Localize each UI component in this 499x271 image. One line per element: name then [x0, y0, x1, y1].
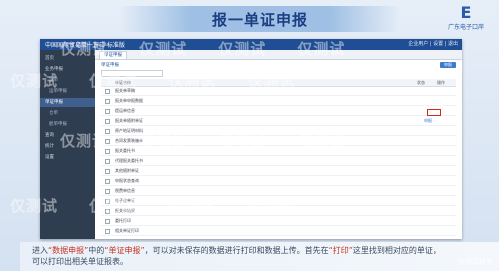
row-name: 报关单草稿	[115, 88, 135, 93]
row-name: 提运单信息	[115, 108, 135, 113]
sidebar-item[interactable]: 首页	[40, 54, 95, 63]
row-name: 税费单信息	[115, 188, 135, 193]
brand-logo-icon: E	[460, 3, 472, 22]
app-title: 中国国际贸易单一窗口 标准版	[45, 42, 125, 49]
filter-input[interactable]	[101, 70, 163, 77]
row-name: 报关单申报数据	[115, 98, 143, 103]
table-row[interactable]: 委托打印	[101, 217, 456, 226]
sidebar-item[interactable]: 运单申报	[40, 87, 95, 96]
row-checkbox[interactable]	[105, 119, 110, 124]
row-name: 委托打印	[115, 218, 131, 223]
row-checkbox[interactable]	[105, 229, 110, 234]
table-row[interactable]: 其他随附单证	[101, 167, 456, 176]
caption-bar: 进入“数据申报”中的“单证申报”，可以对未保存的数据进行打印和数据上传。首先在“…	[20, 242, 499, 271]
sidebar-item[interactable]: 业务申报	[40, 65, 95, 74]
row-checkbox[interactable]	[105, 139, 110, 144]
row-name: 合同发票装箱单	[115, 138, 143, 143]
sidebar-item[interactable]: 查询	[40, 131, 95, 140]
row-checkbox[interactable]	[105, 99, 110, 104]
caption-part: 这里找到相对应的单证，	[352, 246, 441, 255]
app-screenshot: 中国国际贸易单一窗口 标准版 企业用户 | 设置 | 退出 首页业务申报运单运单…	[40, 39, 462, 239]
row-name: 电子化单证	[115, 198, 135, 203]
table-row[interactable]: 报关单随附单证 申报	[101, 117, 456, 126]
row-name: 原产地证明材料	[115, 128, 143, 133]
row-checkbox[interactable]	[105, 149, 110, 154]
table-row[interactable]: 报关单结果	[101, 207, 456, 216]
caption-part: 进入	[32, 246, 48, 255]
sidebar-item[interactable]: 仓单	[40, 109, 95, 118]
row-checkbox[interactable]	[105, 169, 110, 174]
row-name: 报关委托书	[115, 148, 135, 153]
table-row[interactable]: 原产地证明材料	[101, 127, 456, 136]
row-name: 申报状态查询	[115, 178, 139, 183]
row-checkbox[interactable]	[105, 89, 110, 94]
tutorial-slide: 报一单证申报 E 广东电子口岸 中国国际贸易单一窗口 标准版 企业用户 | 设置…	[0, 0, 499, 271]
watermark-corner: 仅测试精灵	[458, 258, 493, 266]
header-status: 状态	[417, 80, 425, 85]
header-operation: 操作	[437, 80, 445, 85]
app-topbar: 中国国际贸易单一窗口 标准版 企业用户 | 设置 | 退出	[40, 39, 462, 50]
user-menu[interactable]: 企业用户 | 设置 | 退出	[408, 40, 458, 47]
banner: 报一单证申报	[120, 6, 400, 32]
caption-part: ，可以对未保存的数据进行打印和数据上传。首先在	[144, 246, 329, 255]
table-row[interactable]: 报关单草稿	[101, 87, 456, 96]
caption-quote: “数据申报”	[48, 246, 89, 255]
table-header: 单证名称 状态 操作	[101, 79, 456, 87]
row-checkbox[interactable]	[105, 199, 110, 204]
row-checkbox[interactable]	[105, 209, 110, 214]
sidebar-item[interactable]: 单证申报	[40, 98, 95, 107]
row-checkbox[interactable]	[105, 109, 110, 114]
row-checkbox[interactable]	[105, 179, 110, 184]
row-checkbox[interactable]	[105, 159, 110, 164]
brand-name: 广东电子口岸	[447, 24, 484, 31]
table-row[interactable]: 相关单证打印	[101, 227, 456, 236]
row-name: 代理报关委托书	[115, 158, 143, 163]
table-row[interactable]: 报关单申报数据	[101, 97, 456, 106]
sidebar: 首页业务申报运单运单申报单证申报仓单舱单申报查询统计设置	[40, 50, 95, 239]
table-row[interactable]: 代理报关委托书	[101, 157, 456, 166]
table-row[interactable]: 提运单信息	[101, 107, 456, 116]
sidebar-item[interactable]: 统计	[40, 142, 95, 151]
row-name: 报关单随附单证	[115, 118, 143, 123]
row-name: 相关单证打印	[115, 228, 139, 233]
brand-logo: E 广东电子口岸	[441, 4, 491, 34]
sidebar-item[interactable]: 舱单申报	[40, 120, 95, 129]
row-action-link[interactable]: 申报	[424, 118, 432, 124]
table-row[interactable]: 税费单信息	[101, 187, 456, 196]
sidebar-item[interactable]: 设置	[40, 153, 95, 162]
row-name: 其他随附单证	[115, 168, 139, 173]
header-name: 单证名称	[115, 80, 131, 85]
caption-part: 中的	[88, 246, 105, 255]
row-checkbox[interactable]	[105, 189, 110, 194]
table-row[interactable]: 报关委托书	[101, 147, 456, 156]
highlight-box	[427, 109, 441, 116]
sidebar-item[interactable]: 运单	[40, 76, 95, 85]
tab-declare[interactable]: 单证申报	[99, 51, 127, 59]
row-checkbox[interactable]	[105, 219, 110, 224]
banner-title: 报一单证申报	[211, 11, 308, 29]
caption-text: 进入“数据申报”中的“单证申报”，可以对未保存的数据进行打印和数据上传。首先在“…	[32, 245, 492, 267]
row-checkbox[interactable]	[105, 129, 110, 134]
table-row[interactable]: 合同发票装箱单	[101, 137, 456, 146]
breadcrumb: 单证申报	[101, 63, 119, 68]
caption-quote: “单证申报”	[104, 246, 145, 255]
main-content: 单证申报 申报 单证名称 状态 操作 报关单草稿报关单申报数据 提运单信息报关单随…	[95, 59, 462, 239]
table-row[interactable]: 申报状态查询	[101, 177, 456, 186]
caption-line-2: 可以打印出相关单证报表。	[32, 257, 128, 266]
caption-quote: “打印”	[328, 246, 353, 255]
declare-button[interactable]: 申报	[440, 62, 456, 68]
row-name: 报关单结果	[115, 208, 135, 213]
table-row[interactable]: 电子化单证	[101, 197, 456, 206]
